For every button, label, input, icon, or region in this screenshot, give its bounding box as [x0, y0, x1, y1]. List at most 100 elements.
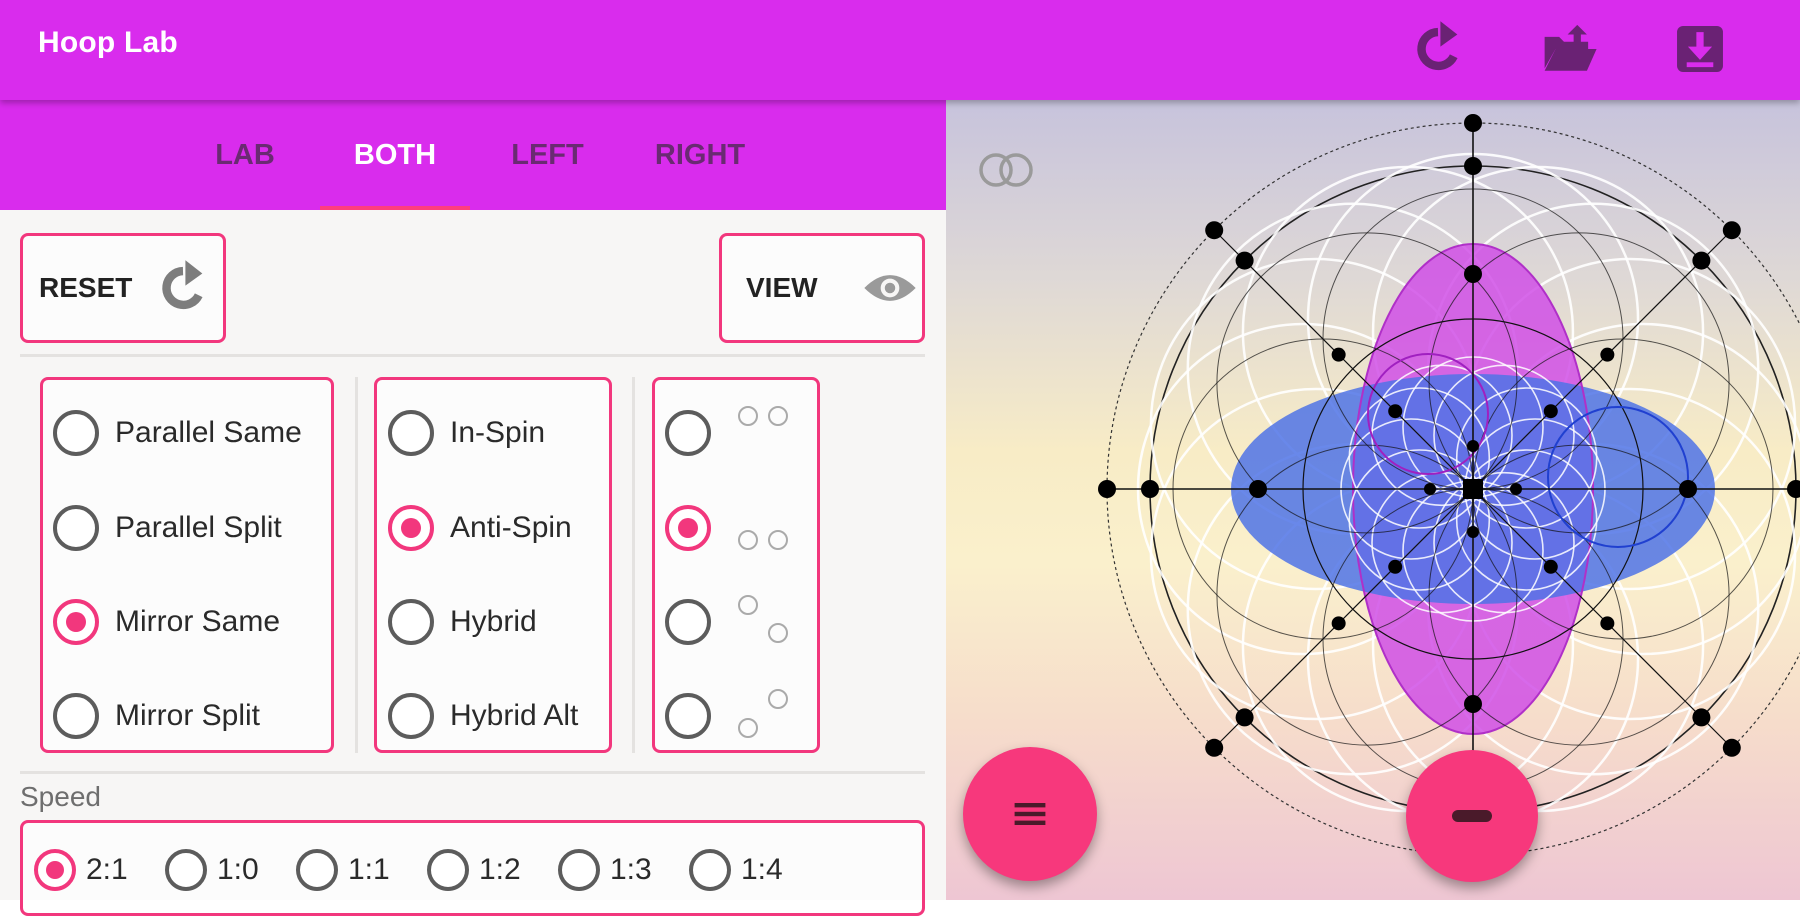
- radio-position-3[interactable]: [665, 599, 711, 645]
- toggle-button[interactable]: [1406, 750, 1538, 882]
- speed-option-1-2[interactable]: 1:2: [427, 849, 521, 891]
- tab-both[interactable]: BOTH: [320, 100, 470, 210]
- pattern-dot: [1141, 480, 1159, 498]
- pattern-dot: [1787, 480, 1800, 498]
- radio-mirror-same[interactable]: Mirror Same: [53, 599, 280, 645]
- lab-controls-panel: LAB BOTH LEFT RIGHT RESET VIEW Parallel …: [0, 100, 946, 916]
- refresh-icon: [1417, 21, 1458, 71]
- view-button[interactable]: VIEW: [719, 233, 925, 343]
- radio-button[interactable]: [665, 693, 711, 739]
- hoop-icon: [768, 689, 788, 709]
- radio-label: Parallel Split: [115, 511, 282, 544]
- radio-button[interactable]: [53, 599, 99, 645]
- pattern-dot: [1388, 559, 1403, 574]
- radio-hybrid[interactable]: Hybrid: [388, 599, 537, 645]
- radio-label: 1:2: [479, 853, 521, 886]
- radio-button[interactable]: [388, 505, 434, 551]
- radio-button[interactable]: [665, 410, 711, 456]
- radio-label: Anti-Spin: [450, 511, 572, 544]
- radio-button[interactable]: [427, 849, 469, 891]
- pattern-dot: [1235, 251, 1254, 270]
- radio-label: 1:4: [741, 853, 783, 886]
- app-title: Hoop Lab: [38, 26, 178, 59]
- speed-option-1-3[interactable]: 1:3: [558, 849, 652, 891]
- open-file-button[interactable]: [1537, 16, 1603, 82]
- hoop-icon: [738, 595, 758, 615]
- radio-button[interactable]: [53, 505, 99, 551]
- pattern-dot: [1543, 559, 1558, 574]
- radio-in-spin[interactable]: In-Spin: [388, 410, 545, 456]
- speed-option-2-1[interactable]: 2:1: [34, 849, 128, 891]
- speed-option-1-1[interactable]: 1:1: [296, 849, 390, 891]
- tab-lab[interactable]: LAB: [170, 100, 320, 210]
- radio-button[interactable]: [665, 599, 711, 645]
- radio-button[interactable]: [388, 599, 434, 645]
- hoop-icon: [768, 530, 788, 550]
- pattern-preview: [946, 100, 1800, 900]
- speed-option-1-4[interactable]: 1:4: [689, 849, 783, 891]
- pattern-dot: [1600, 616, 1615, 631]
- radio-button[interactable]: [388, 410, 434, 456]
- radio-mirror-split[interactable]: Mirror Split: [53, 693, 260, 739]
- radio-button[interactable]: [558, 849, 600, 891]
- pattern-dot: [1464, 157, 1482, 175]
- tab-bar: LAB BOTH LEFT RIGHT: [0, 100, 946, 210]
- radio-label: Parallel Same: [115, 416, 302, 449]
- pattern-dot: [1424, 483, 1436, 495]
- pattern-dot: [1331, 347, 1346, 362]
- app-bar: Hoop Lab: [0, 0, 1800, 100]
- radio-button[interactable]: [53, 693, 99, 739]
- radio-hybrid-alt[interactable]: Hybrid Alt: [388, 693, 578, 739]
- radio-button[interactable]: [296, 849, 338, 891]
- tab-indicator: [320, 206, 470, 210]
- pattern-dot: [1464, 265, 1482, 283]
- tab-left[interactable]: LEFT: [470, 100, 625, 210]
- reset-button[interactable]: RESET: [20, 233, 226, 343]
- radio-label: 1:1: [348, 853, 390, 886]
- tab-right[interactable]: RIGHT: [625, 100, 775, 210]
- radio-label: 1:3: [610, 853, 652, 886]
- download-button[interactable]: [1667, 16, 1733, 82]
- reset-label: RESET: [39, 272, 133, 303]
- radio-button[interactable]: [34, 849, 76, 891]
- download-icon: [1677, 26, 1723, 72]
- hoop-icon: [738, 718, 758, 738]
- menu-icon: [1014, 803, 1046, 825]
- speed-option-1-0[interactable]: 1:0: [165, 849, 259, 891]
- radio-button[interactable]: [53, 410, 99, 456]
- speed-label: Speed: [20, 781, 101, 812]
- divider: [20, 771, 925, 774]
- eye-icon: [863, 275, 916, 301]
- pattern-dot: [1464, 114, 1482, 132]
- radio-button[interactable]: [165, 849, 207, 891]
- radio-parallel-split[interactable]: Parallel Split: [53, 505, 282, 551]
- pattern-dot: [1205, 221, 1224, 240]
- pattern-dot: [1205, 738, 1224, 757]
- menu-button[interactable]: [963, 747, 1097, 881]
- pattern-dot: [1388, 404, 1403, 419]
- center-marker: [1463, 479, 1483, 499]
- pattern-dot: [1235, 708, 1254, 727]
- view-label: VIEW: [746, 272, 818, 303]
- pattern-dot: [1600, 347, 1615, 362]
- divider: [355, 377, 358, 753]
- radio-label: Mirror Same: [115, 605, 281, 638]
- radio-label: 2:1: [86, 853, 128, 886]
- radio-label: Hybrid: [450, 605, 537, 638]
- pattern-dot: [1464, 695, 1482, 713]
- pattern-dot: [1467, 526, 1479, 538]
- radio-position-1[interactable]: [665, 410, 711, 456]
- radio-parallel-same[interactable]: Parallel Same: [53, 410, 302, 456]
- pattern-dot: [1679, 480, 1697, 498]
- radio-button[interactable]: [665, 505, 711, 551]
- pattern-dot: [1331, 616, 1346, 631]
- divider: [20, 354, 925, 357]
- refresh-icon: [162, 260, 203, 310]
- radio-button[interactable]: [689, 849, 731, 891]
- refresh-button[interactable]: [1405, 16, 1471, 82]
- radio-position-4[interactable]: [665, 693, 711, 739]
- radio-anti-spin[interactable]: Anti-Spin: [388, 505, 572, 551]
- radio-button[interactable]: [388, 693, 434, 739]
- radio-position-2[interactable]: [665, 505, 711, 551]
- pattern-dot: [1098, 480, 1116, 498]
